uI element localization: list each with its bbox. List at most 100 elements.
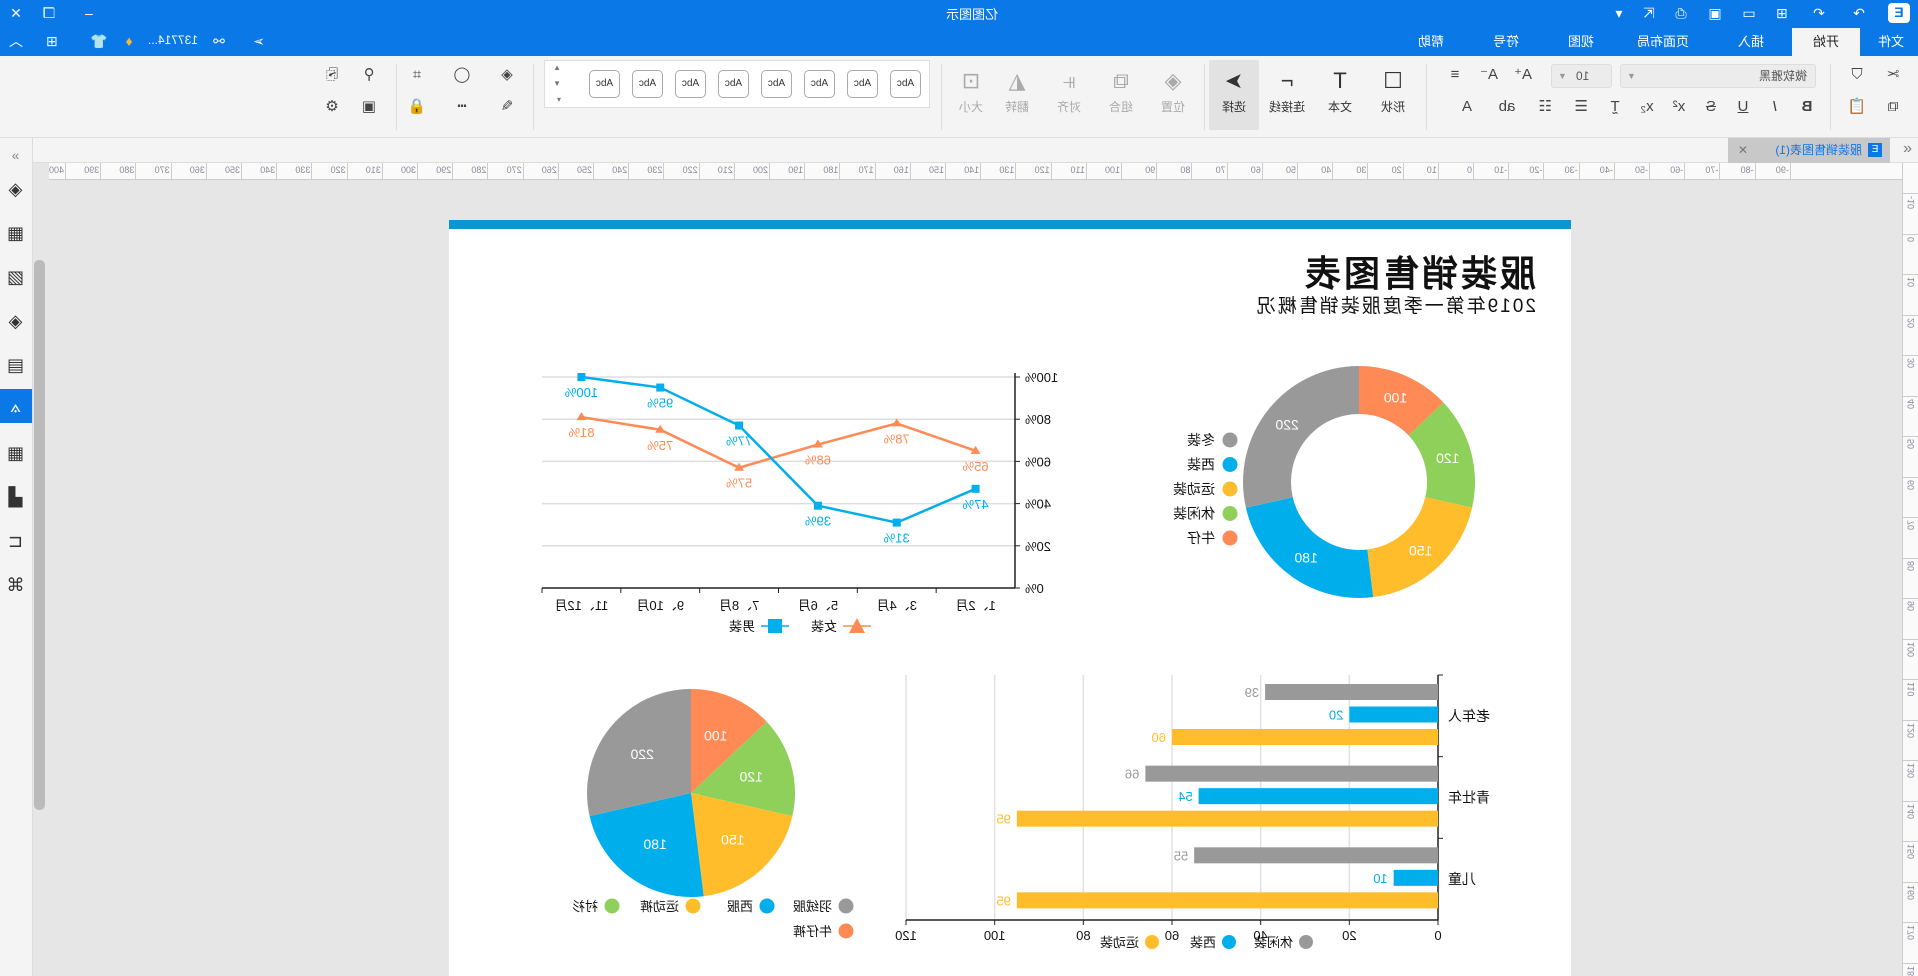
align-icon[interactable]: ≡ [1444,64,1466,86]
fill-icon[interactable]: ◈ [496,64,518,86]
bullets-icon[interactable]: ☷ [1534,96,1556,118]
crop-icon[interactable]: ⌗ [406,64,428,86]
ruler-label: 140 [1906,803,1916,819]
share-icon[interactable]: ⚯ [210,32,228,50]
tab-home[interactable]: 开始 [1792,28,1860,56]
fit-page-icon[interactable]: ▣ [358,96,380,118]
apps-grid-icon[interactable]: ⊞ [43,32,61,50]
vertical-ruler[interactable]: -10 0 10 20 30 40 50 60 70 80 90 100 110 120 130 140 150… [1902,163,1918,976]
format-painter-icon[interactable]: ⛉ [1846,64,1868,86]
cut-icon[interactable]: ✂ [1882,64,1904,86]
theme-shirt-icon[interactable]: 👕 [90,32,108,50]
tool-shape[interactable]: ☐ 形状 [1368,60,1418,130]
ruler-label: 180 [823,165,839,175]
collapse-left-icon[interactable]: « [1903,140,1912,158]
new-icon[interactable]: ⊞ [1773,4,1791,22]
arrange-position[interactable]: ◈ 位置 [1148,60,1198,130]
close-tab-icon[interactable]: ✕ [1738,138,1748,163]
vertical-scrollbar[interactable] [34,260,45,810]
gallery-scroll-down-icon[interactable]: ▼ [553,79,561,88]
mindmap-icon[interactable]: ⌘ [0,568,32,602]
font-family-select[interactable]: 微软雅黑 ▼ [1620,64,1816,88]
tab-page-layout[interactable]: 页面布局 [1623,28,1703,56]
collapse-ribbon-icon[interactable]: ︿ [7,32,25,50]
copy-icon[interactable]: ⧉ [1882,96,1904,118]
italic-icon[interactable]: I [1764,96,1786,118]
image-icon[interactable]: ▨ [0,260,32,294]
line-spacing-icon[interactable]: ☰ [1570,96,1592,118]
ruler-tick [417,163,418,180]
gallery-expand-icon[interactable]: ▾ [557,95,561,104]
more-tools-icon[interactable]: ⚙ [321,96,343,118]
decrease-font-icon[interactable]: A⁻ [1478,64,1500,86]
increase-font-icon[interactable]: A⁺ [1512,64,1534,86]
replace-icon[interactable]: ⎘ [321,64,343,86]
line-color-icon[interactable]: ✎ [496,96,518,118]
document-tab[interactable]: E 服装销售图表(1) ✕ [1728,138,1890,163]
tab-insert[interactable]: 插入 [1724,28,1778,56]
redo-icon[interactable]: ↷ [1850,4,1868,22]
strikethrough-icon[interactable]: S [1700,96,1722,118]
print-icon[interactable]: ⎙ [1672,4,1690,22]
paste-icon[interactable]: 📋 [1846,96,1868,118]
style-swatch[interactable]: Abc [804,70,835,98]
tab-help[interactable]: 帮助 [1404,28,1458,56]
arrange-flip[interactable]: ◭ 翻转 [992,60,1042,130]
save-icon[interactable]: ▣ [1706,4,1724,22]
expand-panel-icon[interactable]: » [0,138,32,172]
subscript-icon[interactable]: x₂ [1636,96,1658,118]
ruler-label: 0 [1906,236,1916,242]
style-swatch[interactable]: Abc [589,70,620,98]
ruler-label: 150 [1906,844,1916,860]
line-style-icon[interactable]: ┅ [451,96,473,118]
close-icon[interactable]: ✕ [7,4,25,22]
export-icon[interactable]: ⇱ [1640,4,1658,22]
text-case-icon[interactable]: ab [1496,96,1518,118]
tool-text[interactable]: T 文本 [1315,60,1365,130]
fill-bucket-icon[interactable]: ◈ [0,172,32,206]
symbols-grid-icon[interactable]: ▦ [0,216,32,250]
restore-icon[interactable]: ❐ [40,4,58,22]
tab-symbol[interactable]: 符号 [1479,28,1533,56]
shadow-icon[interactable]: ◯ [451,64,473,86]
lock-icon[interactable]: 🔒 [406,96,428,118]
gallery-scroll-up-icon[interactable]: ▲ [553,63,561,72]
quick-access-dropdown-icon[interactable]: ▾ [1610,4,1628,22]
user-name[interactable]: 137714... [148,33,198,47]
style-swatch[interactable]: Abc [890,70,921,98]
bold-icon[interactable]: B [1796,96,1818,118]
minimize-icon[interactable]: – [80,4,98,22]
underline-icon[interactable]: U [1732,96,1754,118]
font-color-icon[interactable]: A [1456,96,1478,118]
style-swatch[interactable]: Abc [632,70,663,98]
find-icon[interactable]: ⚲ [358,64,380,86]
page-icon[interactable]: ▤ [0,348,32,382]
undo-icon[interactable]: ↶ [1810,4,1828,22]
superscript-icon[interactable]: x² [1668,96,1690,118]
timeline-icon[interactable]: ⊏ [0,524,32,558]
send-icon[interactable]: ➢ [250,32,268,50]
arrange-size[interactable]: ⊡ 大小 [946,60,996,130]
ruler-label: 240 [612,165,628,175]
chart-icon[interactable]: ⟑ [0,389,32,423]
tool-select[interactable]: ➤ 选择 [1209,60,1259,130]
horizontal-ruler[interactable]: -90 -80 -70 -60 -50 -40 -30 -20 -10 0 10 20 30 40 50 60… [49,163,1902,180]
style-swatch[interactable]: Abc [847,70,878,98]
tab-view[interactable]: 视图 [1554,28,1608,56]
table-icon[interactable]: ▦ [0,436,32,470]
style-swatch[interactable]: Abc [718,70,749,98]
arrange-group[interactable]: ⧉ 组合 [1096,60,1146,130]
style-swatch[interactable]: Abc [761,70,792,98]
ruler-tick [663,163,665,180]
open-icon[interactable]: ▭ [1740,4,1758,22]
style-swatch[interactable]: Abc [675,70,706,98]
tab-file[interactable]: 文件 [1864,28,1918,56]
text-style-icon[interactable]: T̰ [1604,96,1626,118]
arrange-align[interactable]: ⫦ 对齐 [1044,60,1094,130]
align-objects-icon: ⫦ [1062,68,1076,93]
layers-icon[interactable]: ◈ [0,304,32,338]
puzzle-icon[interactable]: ▟ [0,480,32,514]
ruler-label: -30 [1564,165,1578,175]
tool-connector[interactable]: ⌐ 连接线 [1262,60,1312,130]
font-size-select[interactable]: 10 ▼ [1551,64,1612,88]
